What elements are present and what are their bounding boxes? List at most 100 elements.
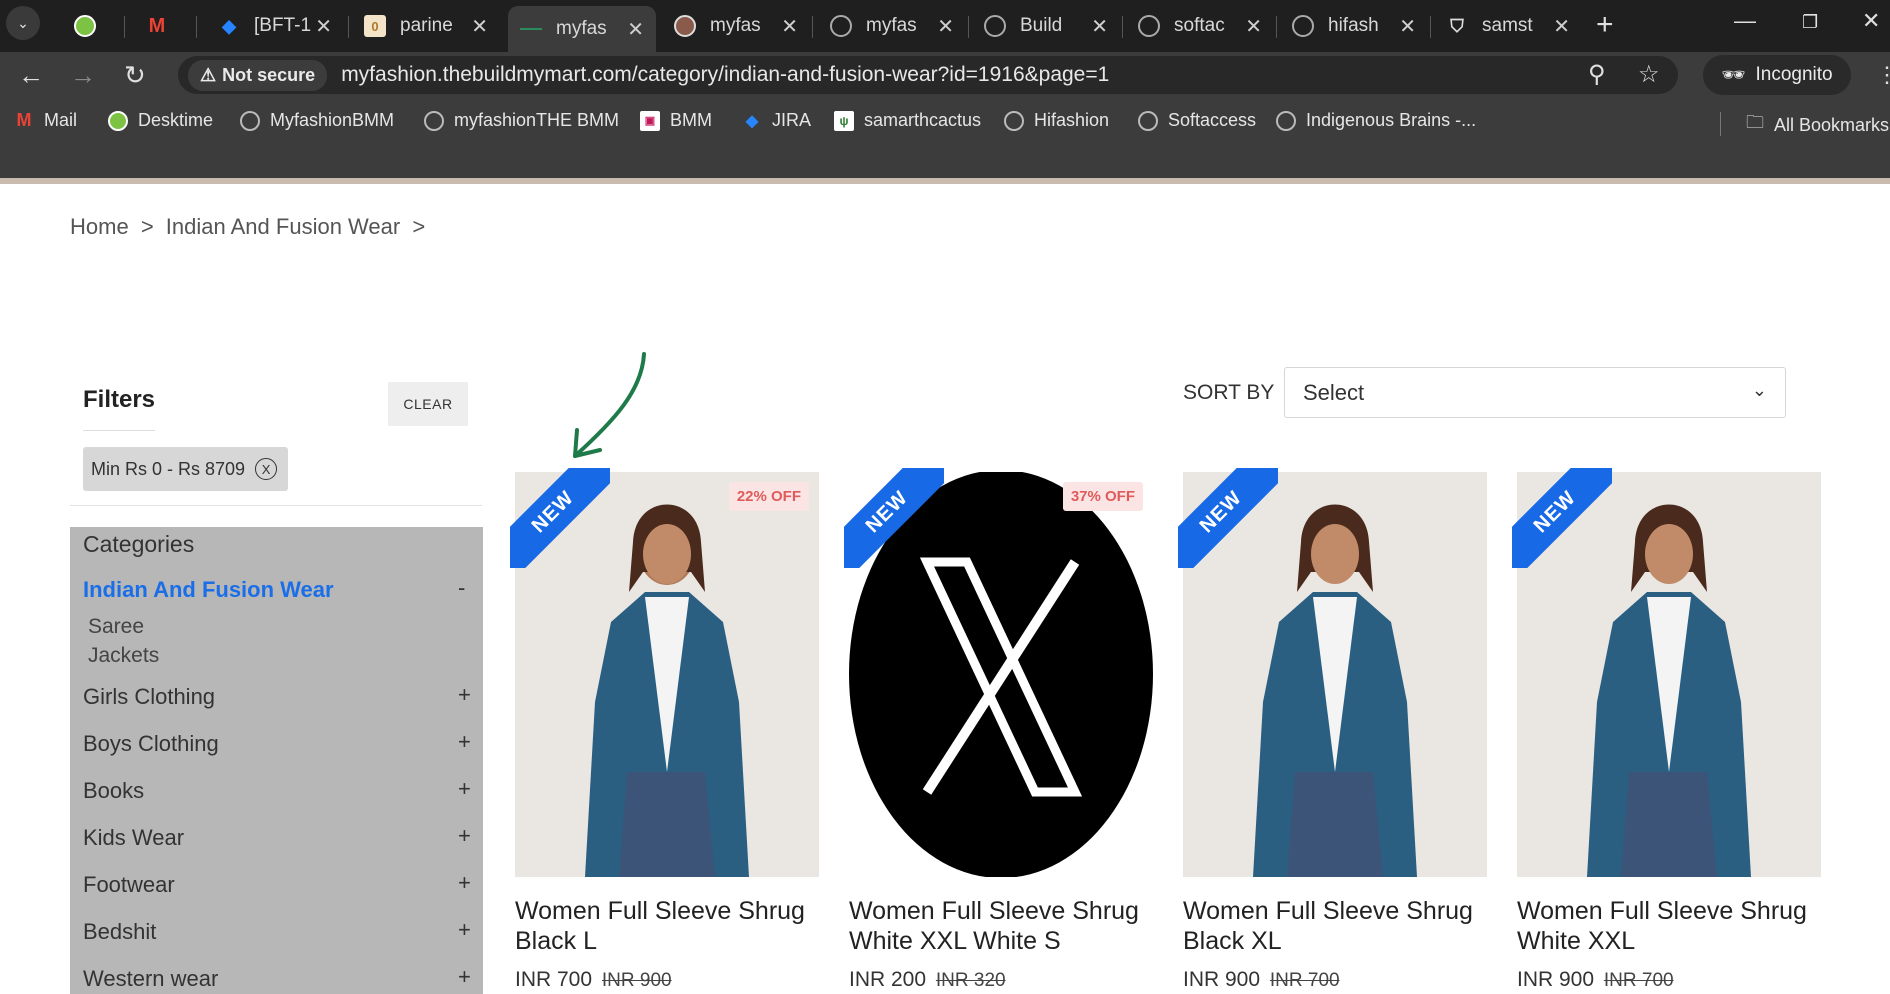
bookmark-indigenous-brains[interactable]: Indigenous Brains -... bbox=[1276, 110, 1476, 131]
product-price: INR 900 INR 700 bbox=[1517, 968, 1674, 991]
bookmark-myfashionthebmm[interactable]: myfashionTHE BMM bbox=[424, 110, 619, 131]
new-badge: NEW bbox=[844, 468, 944, 568]
clear-filters-button[interactable]: CLEAR bbox=[388, 382, 468, 426]
subcategory-jackets[interactable]: Jackets bbox=[88, 644, 159, 668]
new-badge: NEW bbox=[1178, 468, 1278, 568]
tab-myfashion-3[interactable]: myfas ✕ bbox=[818, 6, 966, 46]
bookmark-desktime[interactable]: Desktime bbox=[108, 110, 213, 131]
back-arrow-icon[interactable]: ← bbox=[18, 60, 44, 91]
folder-icon: 🗀 bbox=[1746, 112, 1764, 132]
close-icon[interactable]: ✕ bbox=[627, 17, 644, 42]
category-bedshit[interactable]: Bedshit + bbox=[83, 917, 473, 945]
product-card[interactable]: NEW Women Full Sleeve Shrug Black XL INR… bbox=[1178, 468, 1487, 994]
tab-softaccess[interactable]: softac ✕ bbox=[1126, 6, 1274, 46]
tab-samst[interactable]: ⛉ samst ✕ bbox=[1434, 6, 1582, 46]
bookmark-samarthcactus[interactable]: ψ samarthcactus bbox=[834, 110, 981, 131]
tab-strip: ⌄ M ◆ [BFT-1 ✕ 0 parine ✕ myfas ✕ myfas … bbox=[0, 0, 1890, 52]
category-footwear[interactable]: Footwear + bbox=[83, 870, 473, 898]
incognito-icon: 🕶 bbox=[1721, 65, 1746, 86]
dash-icon bbox=[520, 28, 542, 30]
product-name[interactable]: Women Full Sleeve Shrug White XXL White … bbox=[849, 896, 1153, 956]
gmail-icon: M bbox=[16, 110, 32, 130]
globe-icon bbox=[240, 110, 260, 131]
product-price: INR 900 INR 700 bbox=[1183, 968, 1340, 991]
tab-gmail[interactable]: M bbox=[134, 6, 194, 46]
bookmark-hifashion[interactable]: Hifashion bbox=[1004, 110, 1109, 131]
address-bar[interactable]: ⚠ Not secure myfashion.thebuildmymart.co… bbox=[178, 56, 1678, 94]
bookmark-softaccess[interactable]: Softaccess bbox=[1138, 110, 1256, 131]
breadcrumb-current[interactable]: Indian And Fusion Wear bbox=[166, 214, 400, 239]
close-icon[interactable]: ✕ bbox=[1399, 14, 1416, 39]
all-bookmarks-button[interactable]: 🗀 All Bookmarks bbox=[1746, 110, 1889, 140]
tab-desktime[interactable] bbox=[62, 6, 122, 46]
desktime-icon bbox=[74, 15, 96, 37]
breadcrumb-home[interactable]: Home bbox=[70, 214, 129, 239]
restore-button[interactable]: ❐ bbox=[1802, 12, 1818, 33]
bookmark-bmm[interactable]: ▣ BMM bbox=[640, 110, 712, 131]
zoom-search-icon[interactable]: ⚲ bbox=[1588, 60, 1606, 89]
tab-search-button[interactable]: ⌄ bbox=[6, 6, 40, 40]
globe-icon bbox=[1292, 15, 1314, 37]
product-name[interactable]: Women Full Sleeve Shrug Black XL bbox=[1183, 896, 1487, 956]
url-text[interactable]: myfashion.thebuildmymart.com/category/in… bbox=[341, 63, 1109, 87]
kebab-menu-icon[interactable]: ⋮ bbox=[1876, 62, 1890, 88]
close-window-button[interactable]: ✕ bbox=[1862, 8, 1880, 34]
product-name[interactable]: Women Full Sleeve Shrug Black L bbox=[515, 896, 819, 956]
close-icon[interactable]: ✕ bbox=[471, 14, 488, 39]
categories-panel: Categories Indian And Fusion Wear - Sare… bbox=[70, 527, 483, 994]
avatar-icon bbox=[674, 15, 696, 37]
tab-jira[interactable]: ◆ [BFT-1 ✕ bbox=[206, 6, 344, 46]
tab-myfashion-2[interactable]: myfas ✕ bbox=[662, 6, 810, 46]
globe-icon bbox=[1004, 110, 1024, 131]
new-badge: NEW bbox=[510, 468, 610, 568]
category-boys-clothing[interactable]: Boys Clothing + bbox=[83, 729, 473, 757]
expand-toggle[interactable]: + bbox=[458, 917, 471, 943]
forward-arrow-icon[interactable]: → bbox=[70, 60, 96, 91]
tab-hifashion[interactable]: hifash ✕ bbox=[1280, 6, 1428, 46]
expand-toggle[interactable]: + bbox=[458, 823, 471, 849]
chip-close-icon[interactable]: X bbox=[255, 458, 278, 480]
close-icon[interactable]: ✕ bbox=[1091, 14, 1108, 39]
bookmark-jira[interactable]: ◆ JIRA bbox=[742, 110, 811, 131]
new-tab-button[interactable]: + bbox=[1596, 8, 1614, 42]
minimize-button[interactable]: — bbox=[1734, 8, 1756, 34]
category-western-wear[interactable]: Western wear + bbox=[83, 964, 473, 992]
expand-toggle[interactable]: + bbox=[458, 682, 471, 708]
expand-toggle[interactable]: + bbox=[458, 776, 471, 802]
security-chip[interactable]: ⚠ Not secure bbox=[188, 59, 328, 91]
close-icon[interactable]: ✕ bbox=[1245, 14, 1262, 39]
collapse-toggle[interactable]: - bbox=[458, 575, 465, 601]
sort-select[interactable]: Select ⌄ bbox=[1284, 367, 1786, 418]
category-girls-clothing[interactable]: Girls Clothing + bbox=[83, 682, 473, 710]
tab-build[interactable]: Build ✕ bbox=[972, 6, 1120, 46]
tab-myfashion-active[interactable]: myfas ✕ bbox=[508, 6, 656, 52]
incognito-chip[interactable]: 🕶 Incognito bbox=[1703, 55, 1851, 95]
close-icon[interactable]: ✕ bbox=[315, 14, 332, 39]
bookmark-myfashionbmm[interactable]: MyfashionBMM bbox=[240, 110, 394, 131]
product-name[interactable]: Women Full Sleeve Shrug White XXL bbox=[1517, 896, 1821, 956]
expand-toggle[interactable]: + bbox=[458, 964, 471, 990]
globe-icon bbox=[424, 110, 444, 131]
expand-toggle[interactable]: + bbox=[458, 729, 471, 755]
tab-parine[interactable]: 0 parine ✕ bbox=[352, 6, 500, 46]
close-icon[interactable]: ✕ bbox=[937, 14, 954, 39]
product-card[interactable]: NEW Women Full Sleeve Shrug White XXL IN… bbox=[1512, 468, 1821, 994]
subcategory-saree[interactable]: Saree bbox=[88, 615, 144, 639]
reload-icon[interactable]: ↻ bbox=[124, 60, 146, 91]
category-books[interactable]: Books + bbox=[83, 776, 473, 804]
close-icon[interactable]: ✕ bbox=[1553, 14, 1570, 39]
close-icon[interactable]: ✕ bbox=[781, 14, 798, 39]
category-kids-wear[interactable]: Kids Wear + bbox=[83, 823, 473, 851]
bookmark-star-icon[interactable]: ☆ bbox=[1638, 60, 1660, 89]
bookmark-mail[interactable]: M Mail bbox=[14, 110, 78, 131]
annotation-arrow bbox=[573, 352, 646, 458]
product-card[interactable]: NEW 37% OFF Women Full Sleeve Shrug Whit… bbox=[844, 468, 1153, 994]
desktime-icon bbox=[108, 110, 128, 131]
product-card[interactable]: NEW 22% OFF Women Full Sleeve Shrug Blac… bbox=[510, 468, 819, 994]
doc-icon: 0 bbox=[364, 15, 386, 37]
globe-icon bbox=[984, 15, 1006, 37]
expand-toggle[interactable]: + bbox=[458, 870, 471, 896]
chevron-down-icon: ⌄ bbox=[1751, 380, 1767, 400]
sort-by-label: SORT BY bbox=[1183, 381, 1275, 404]
category-indian-fusion-wear[interactable]: Indian And Fusion Wear bbox=[83, 577, 334, 603]
